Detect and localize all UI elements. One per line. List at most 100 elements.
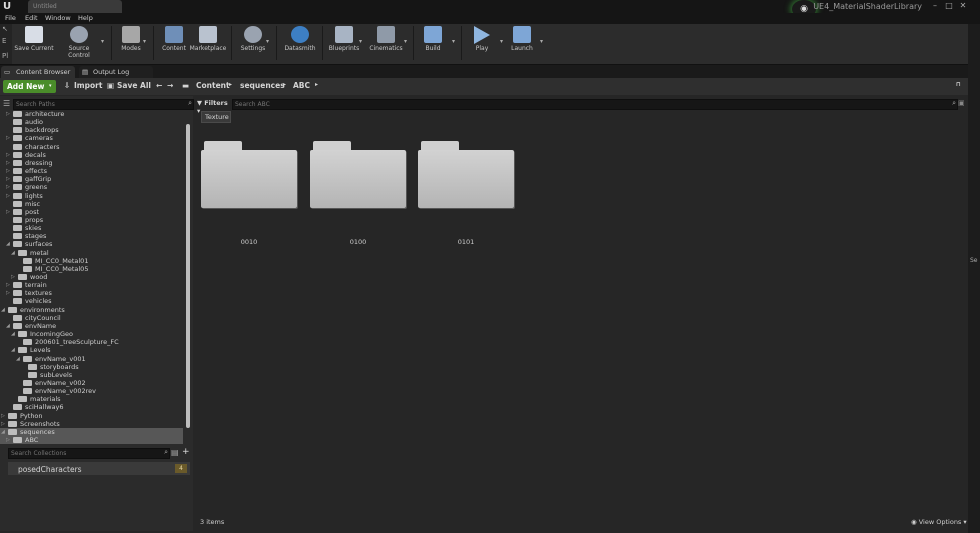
tree-item-audio[interactable]: audio — [0, 118, 183, 126]
tree-item-cameras[interactable]: ▷ cameras — [0, 134, 183, 142]
tree-item-post[interactable]: ▷ post — [0, 208, 183, 216]
collection-item[interactable]: posedCharacters 4 — [8, 462, 190, 475]
history-forward-icon[interactable]: → — [167, 81, 173, 90]
tree-item-levels[interactable]: ◢ Levels — [0, 346, 183, 354]
play-button[interactable]: Play — [470, 24, 494, 62]
save-search-icon[interactable]: ▣ — [958, 99, 965, 107]
collapsed-arrow-icon[interactable]: ▷ — [6, 289, 10, 297]
tree-item-abc[interactable]: ▷ ABC — [0, 436, 183, 444]
marketplace-button[interactable]: Marketplace — [190, 24, 226, 62]
cinematics-dropdown-icon[interactable]: ▾ — [404, 38, 407, 45]
save-all-button[interactable]: Save All — [117, 81, 151, 90]
tree-item-materials[interactable]: materials — [0, 395, 183, 403]
modes-button[interactable]: Modes — [119, 24, 143, 62]
source-control-dropdown-icon[interactable]: ▾ — [101, 38, 104, 45]
breadcrumb-abc[interactable]: ABC — [293, 81, 310, 90]
collapsed-arrow-icon[interactable]: ▷ — [6, 110, 10, 118]
collapsed-arrow-icon[interactable]: ▷ — [6, 183, 10, 191]
tree-item-surfaces[interactable]: ◢ surfaces — [0, 240, 183, 248]
tree-item-citycouncil[interactable]: cityCouncil — [0, 314, 183, 322]
tree-item-dressing[interactable]: ▷ dressing — [0, 159, 183, 167]
collapsed-arrow-icon[interactable]: ▷ — [6, 175, 10, 183]
menu-help[interactable]: Help — [78, 14, 93, 22]
folder-label[interactable]: 0101 — [418, 238, 514, 246]
tree-scrollbar[interactable] — [186, 124, 190, 428]
collapsed-arrow-icon[interactable]: ▷ — [1, 420, 5, 428]
tree-item-architecture[interactable]: ▷ architecture — [0, 110, 183, 118]
tree-item-terrain[interactable]: ▷ terrain — [0, 281, 183, 289]
menu-edit[interactable]: Edit — [25, 14, 38, 22]
tree-item-props[interactable]: props — [0, 216, 183, 224]
texture-filter-chip[interactable]: Texture — [201, 111, 231, 123]
folder-label[interactable]: 0100 — [310, 238, 406, 246]
tree-item-wood[interactable]: ▷ wood — [0, 273, 183, 281]
tab-content-browser[interactable]: ▭ Content Browser — [1, 66, 75, 78]
tree-item-misc[interactable]: misc — [0, 200, 183, 208]
collapsed-arrow-icon[interactable]: ▷ — [6, 167, 10, 175]
collapsed-arrow-icon[interactable]: ▷ — [6, 151, 10, 159]
tree-item-python[interactable]: ▷ Python — [0, 412, 183, 420]
tree-item-stages[interactable]: stages — [0, 232, 183, 240]
expanded-arrow-icon[interactable]: ◢ — [1, 428, 5, 436]
collapsed-arrow-icon[interactable]: ▷ — [6, 208, 10, 216]
content-button[interactable]: Content — [162, 24, 186, 62]
tree-item-vehicles[interactable]: vehicles — [0, 297, 183, 305]
blueprints-dropdown-icon[interactable]: ▾ — [359, 38, 362, 45]
tree-item-lights[interactable]: ▷ lights — [0, 192, 183, 200]
expanded-arrow-icon[interactable]: ◢ — [6, 240, 10, 248]
view-options-button[interactable]: ◉ View Options ▾ — [911, 518, 967, 526]
search-assets-input[interactable]: ⌕ — [232, 99, 958, 110]
folder-tile[interactable] — [310, 141, 406, 208]
expanded-arrow-icon[interactable]: ◢ — [16, 355, 20, 363]
filters-button[interactable]: ▼ Filters ▾ — [197, 99, 230, 115]
tree-item-decals[interactable]: ▷ decals — [0, 151, 183, 159]
toggle-sources-icon[interactable]: ☰ — [3, 99, 10, 108]
search-collections-input[interactable]: ⌕ — [8, 448, 170, 459]
collapsed-arrow-icon[interactable]: ▷ — [1, 412, 5, 420]
tree-item-scihallway6[interactable]: sciHallway6 — [0, 403, 183, 411]
tree-item-envname-v001[interactable]: ◢ envName_v001 — [0, 355, 183, 363]
tree-item-metal[interactable]: ◢ metal — [0, 249, 183, 257]
close-button[interactable]: ✕ — [956, 1, 970, 11]
settings-button[interactable]: Settings — [241, 24, 265, 62]
tree-item-mi-cc0-metal01[interactable]: MI_CC0_Metal01 — [0, 257, 183, 265]
folder-label[interactable]: 0010 — [201, 238, 297, 246]
add-collection-icon[interactable]: + — [182, 447, 190, 457]
add-new-button[interactable]: Add New ▾ — [3, 80, 56, 93]
build-button[interactable]: Build — [421, 24, 445, 62]
tree-item-characters[interactable]: characters — [0, 143, 183, 151]
lock-icon[interactable]: ⊓ — [956, 81, 961, 88]
tree-item-sequences[interactable]: ◢ sequences — [0, 427, 183, 436]
build-dropdown-icon[interactable]: ▾ — [452, 38, 455, 45]
tree-item-gaffgrip[interactable]: ▷ gaffGrip — [0, 175, 183, 183]
tree-item-sublevels[interactable]: subLevels — [0, 371, 183, 379]
modes-dropdown-icon[interactable]: ▾ — [143, 38, 146, 45]
expanded-arrow-icon[interactable]: ◢ — [11, 249, 15, 257]
launch-dropdown-icon[interactable]: ▾ — [540, 38, 543, 45]
breadcrumb-sequences[interactable]: sequences — [240, 81, 285, 90]
tree-item-effects[interactable]: ▷ effects — [0, 167, 183, 175]
datasmith-button[interactable]: Datasmith — [284, 24, 316, 62]
maximize-button[interactable]: □ — [942, 1, 956, 11]
expanded-arrow-icon[interactable]: ◢ — [11, 330, 15, 338]
tree-item-envname[interactable]: ◢ envName — [0, 322, 183, 330]
tree-item-greens[interactable]: ▷ greens — [0, 183, 183, 191]
source-control-button[interactable]: Source Control — [67, 24, 91, 62]
tree-item-storyboards[interactable]: storyboards — [0, 363, 183, 371]
breadcrumb-content[interactable]: Content — [196, 81, 230, 90]
tree-item-backdrops[interactable]: backdrops — [0, 126, 183, 134]
tree-item-mi-cc0-metal05[interactable]: MI_CC0_Metal05 — [0, 265, 183, 273]
placement-icon[interactable]: E — [2, 37, 6, 45]
tree-item-environments[interactable]: ◢ environments — [0, 306, 183, 314]
search-paths-input[interactable]: ⌕ — [13, 99, 194, 110]
menu-file[interactable]: File — [5, 14, 16, 22]
tree-item-envname-v002[interactable]: envName_v002 — [0, 379, 183, 387]
cinematics-button[interactable]: Cinematics — [369, 24, 403, 62]
collapsed-arrow-icon[interactable]: ▷ — [6, 436, 10, 444]
folder-tile[interactable] — [418, 141, 514, 208]
collapsed-arrow-icon[interactable]: ▷ — [6, 281, 10, 289]
expanded-arrow-icon[interactable]: ◢ — [1, 306, 5, 314]
tree-item-incominggeo[interactable]: ◢ IncomingGeo — [0, 330, 183, 338]
collection-view-icon[interactable]: ▤ — [171, 448, 179, 457]
history-back-icon[interactable]: ← — [156, 81, 162, 90]
